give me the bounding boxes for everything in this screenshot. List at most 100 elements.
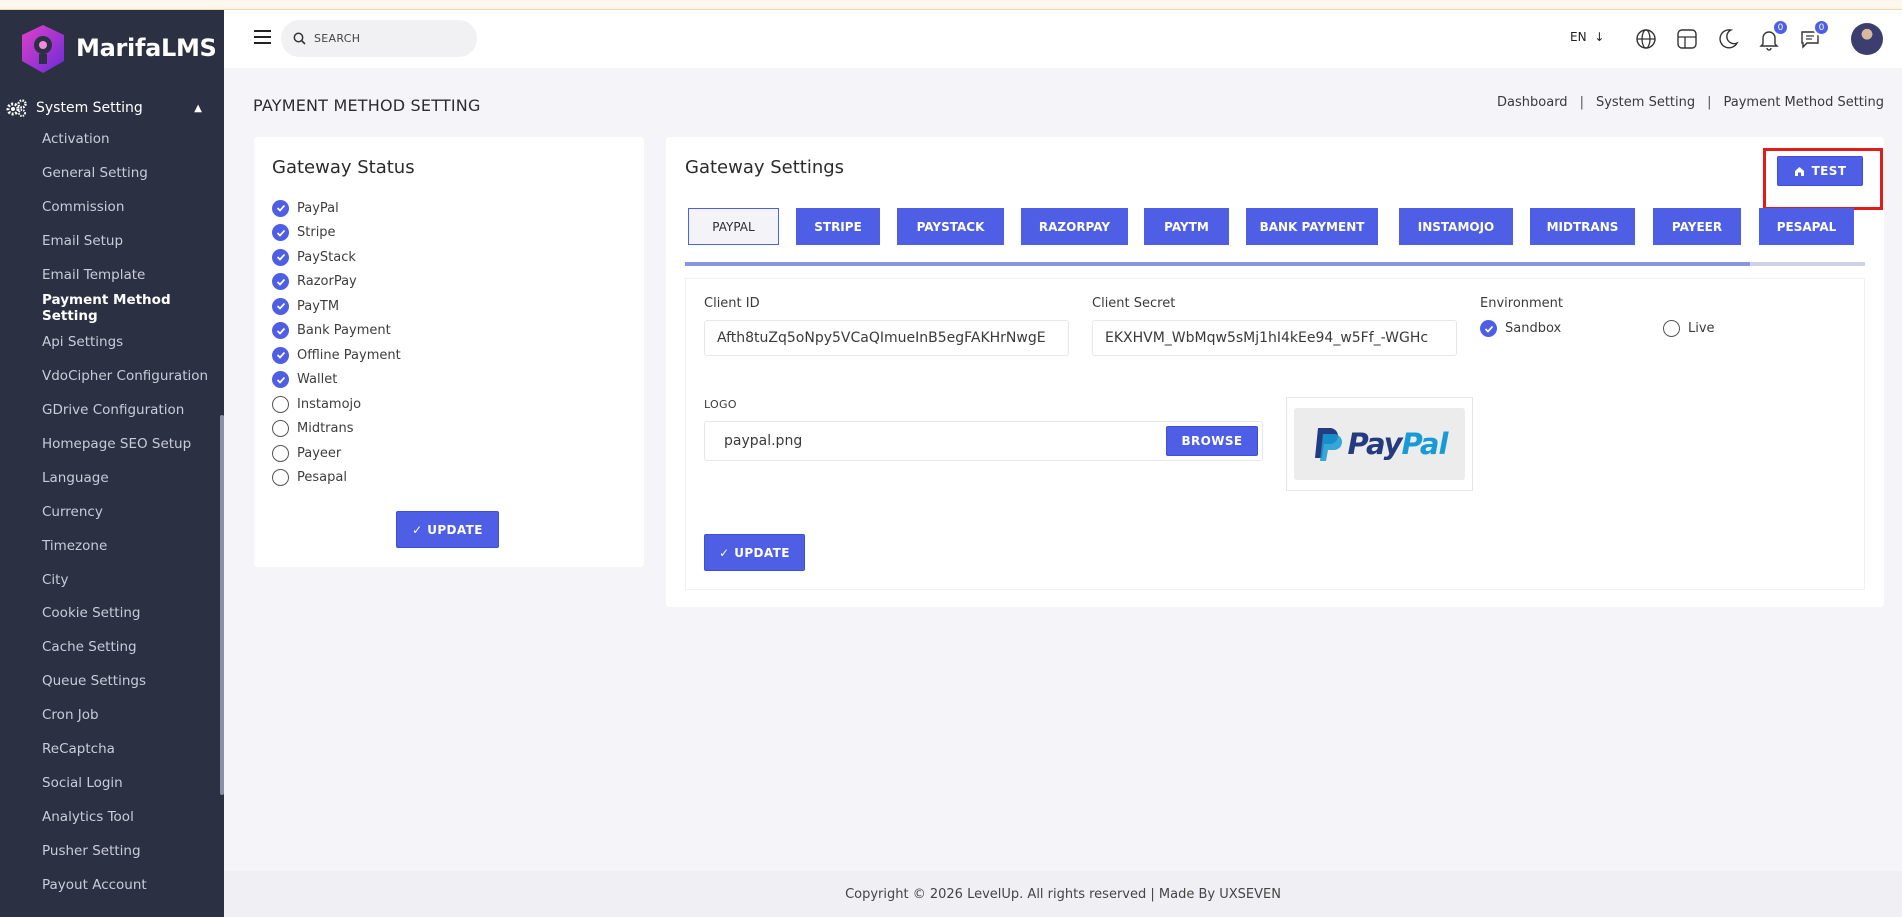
sidebar-scrollbar[interactable] <box>220 415 224 795</box>
tab-bank-payment[interactable]: BANK PAYMENT <box>1246 208 1378 245</box>
language-code: EN <box>1570 30 1587 44</box>
sidebar-item-cache-setting[interactable]: Cache Setting <box>0 630 224 664</box>
gateway-status-midtrans[interactable]: Midtrans <box>272 417 626 442</box>
sidebar-item-gdrive-configuration[interactable]: GDrive Configuration <box>0 393 224 427</box>
checkbox-checked-icon <box>272 248 289 266</box>
environment-sandbox-label: Sandbox <box>1505 321 1562 336</box>
breadcrumb: Dashboard | System Setting | Payment Met… <box>1497 95 1884 110</box>
gateway-status-label: Wallet <box>297 372 338 388</box>
sidebar: MarifaLMS System Setting ▲ Activation Gen… <box>0 10 224 917</box>
tab-paystack[interactable]: PAYSTACK <box>897 208 1004 245</box>
gateway-status-list: PayPal Stripe PayStack RazorPay PayTM Bank Pa… <box>272 196 626 490</box>
sidebar-item-city[interactable]: City <box>0 563 224 597</box>
breadcrumb-system-setting[interactable]: System Setting <box>1596 95 1695 110</box>
search-input[interactable]: SEARCH <box>281 20 477 57</box>
sidebar-item-timezone[interactable]: Timezone <box>0 529 224 563</box>
language-selector[interactable]: EN ↓ <box>1570 30 1604 44</box>
globe-icon[interactable] <box>1634 27 1658 51</box>
tab-paypal[interactable]: PAYPAL <box>688 208 779 245</box>
logo-preview: PayPal <box>1286 397 1473 491</box>
gateway-status-razorpay[interactable]: RazorPay <box>272 270 626 295</box>
tab-stripe[interactable]: STRIPE <box>796 208 880 245</box>
tab-instamojo[interactable]: INSTAMOJO <box>1399 208 1513 245</box>
sidebar-item-queue-settings[interactable]: Queue Settings <box>0 664 224 698</box>
sidebar-item-cron-job[interactable]: Cron Job <box>0 698 224 732</box>
gateway-status-paytm[interactable]: PayTM <box>272 294 626 319</box>
gateway-status-label: PayPal <box>297 200 339 216</box>
gateway-status-payeer[interactable]: Payeer <box>272 441 626 466</box>
top-header: SEARCH EN ↓ 0 0 <box>224 10 1902 68</box>
gateway-status-label: PayTM <box>297 298 340 314</box>
sidebar-item-activation[interactable]: Activation <box>0 122 224 156</box>
sidebar-item-general-setting[interactable]: General Setting <box>0 156 224 190</box>
gateway-status-offline-payment[interactable]: Offline Payment <box>272 343 626 368</box>
tab-midtrans[interactable]: MIDTRANS <box>1530 208 1635 245</box>
sidebar-item-currency[interactable]: Currency <box>0 495 224 529</box>
tab-razorpay[interactable]: RAZORPAY <box>1021 208 1128 245</box>
gateway-status-label: Offline Payment <box>297 347 401 363</box>
sidebar-group-system-setting[interactable]: System Setting ▲ <box>0 94 224 122</box>
brand[interactable]: MarifaLMS <box>0 10 224 86</box>
hamburger-menu-icon[interactable] <box>254 30 271 44</box>
avatar[interactable] <box>1851 23 1883 55</box>
sidebar-item-email-template[interactable]: Email Template <box>0 258 224 292</box>
sidebar-item-email-setup[interactable]: Email Setup <box>0 224 224 258</box>
gateway-status-stripe[interactable]: Stripe <box>272 221 626 246</box>
checkbox-checked-icon <box>272 224 289 242</box>
sidebar-item-analytics-tool[interactable]: Analytics Tool <box>0 800 224 834</box>
bell-icon[interactable]: 0 <box>1757 19 1789 51</box>
sidebar-item-commission[interactable]: Commission <box>0 190 224 224</box>
sidebar-item-payout-account[interactable]: Payout Account <box>0 868 224 902</box>
client-id-input[interactable]: Afth8tuZq5oNpy5VCaQImueInB5egFAKHrNwgE <box>704 320 1069 356</box>
client-id-label: Client ID <box>704 296 760 311</box>
moon-icon[interactable] <box>1716 27 1740 51</box>
environment-label: Environment <box>1480 296 1564 311</box>
gateway-status-update-button[interactable]: ✓ UPDATE <box>396 511 499 548</box>
checkbox-checked-icon <box>272 322 289 340</box>
sidebar-item-vdocipher-configuration[interactable]: VdoCipher Configuration <box>0 359 224 393</box>
sidebar-group-label: System Setting <box>36 100 143 116</box>
sidebar-item-homepage-seo-setup[interactable]: Homepage SEO Setup <box>0 427 224 461</box>
environment-live-radio[interactable]: Live <box>1663 320 1715 337</box>
gateway-status-pesapal[interactable]: Pesapal <box>272 466 626 491</box>
checkbox-checked-icon <box>272 371 289 389</box>
logo-file-name: paypal.png <box>724 433 803 449</box>
sidebar-item-api-settings[interactable]: Api Settings <box>0 325 224 359</box>
gateway-status-bank-payment[interactable]: Bank Payment <box>272 319 626 344</box>
tab-paytm[interactable]: PAYTM <box>1144 208 1229 245</box>
checkbox-checked-icon <box>272 346 289 364</box>
paypal-logo: PayPal <box>1294 408 1465 480</box>
layout-icon[interactable] <box>1675 27 1699 51</box>
brand-name: MarifaLMS <box>76 34 217 62</box>
client-secret-input[interactable]: EKXHVM_WbMqw5sMj1hI4kEe94_w5Ff_-WGHc <box>1092 320 1457 356</box>
chat-icon[interactable]: 0 <box>1798 19 1830 51</box>
radio-checked-icon <box>1480 320 1497 337</box>
gateway-status-label: RazorPay <box>297 274 357 290</box>
sidebar-item-pusher-setting[interactable]: Pusher Setting <box>0 834 224 868</box>
gateway-status-paypal[interactable]: PayPal <box>272 196 626 221</box>
sidebar-item-cookie-setting[interactable]: Cookie Setting <box>0 596 224 630</box>
gateway-status-label: Midtrans <box>297 421 354 437</box>
checkbox-checked-icon <box>272 297 289 315</box>
tab-payeer[interactable]: PAYEER <box>1653 208 1741 245</box>
environment-sandbox-radio[interactable]: Sandbox <box>1480 320 1561 337</box>
gateway-status-instamojo[interactable]: Instamojo <box>272 392 626 417</box>
checkbox-unchecked-icon <box>272 469 289 487</box>
gateway-status-wallet[interactable]: Wallet <box>272 368 626 393</box>
breadcrumb-separator: | <box>1579 95 1584 110</box>
checkbox-checked-icon <box>272 199 289 217</box>
sidebar-item-payment-method-setting[interactable]: Payment Method Setting <box>0 291 224 325</box>
tabs-scrollbar[interactable] <box>685 262 1865 266</box>
sidebar-item-language[interactable]: Language <box>0 461 224 495</box>
breadcrumb-dashboard[interactable]: Dashboard <box>1497 95 1568 110</box>
page-title: PAYMENT METHOD SETTING <box>253 96 481 115</box>
gateway-settings-update-button[interactable]: ✓ UPDATE <box>704 534 805 571</box>
notification-badge: 0 <box>1772 19 1789 36</box>
gateway-status-label: PayStack <box>297 249 356 265</box>
browse-button[interactable]: BROWSE <box>1166 426 1258 456</box>
caret-up-icon: ▲ <box>194 102 202 114</box>
sidebar-item-recaptcha[interactable]: ReCaptcha <box>0 732 224 766</box>
sidebar-item-social-login[interactable]: Social Login <box>0 766 224 800</box>
gateway-status-paystack[interactable]: PayStack <box>272 245 626 270</box>
tab-pesapal[interactable]: PESAPAL <box>1759 208 1854 245</box>
